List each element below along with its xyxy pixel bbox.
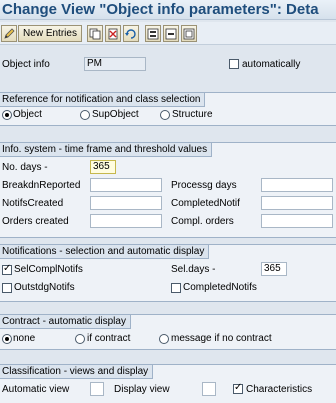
deselect-all-icon[interactable] xyxy=(181,25,197,42)
automatic-view-label: Automatic view xyxy=(2,384,70,395)
select-all-icon[interactable] xyxy=(145,25,161,42)
selcomplnotifs-checkbox[interactable] xyxy=(2,263,12,275)
object-info-label: Object info xyxy=(2,59,50,70)
contract-panel: Contract - automatic display none if con… xyxy=(0,314,336,350)
orders-created-field[interactable] xyxy=(90,214,162,228)
object-info-field[interactable]: PM xyxy=(84,57,146,71)
reference-panel: Reference for notification and class sel… xyxy=(0,92,336,126)
supobject-radio[interactable] xyxy=(80,110,90,120)
object-radio[interactable] xyxy=(2,110,12,120)
none-radio-label: none xyxy=(13,333,36,344)
classification-panel: Classification - views and display Autom… xyxy=(0,364,336,403)
reference-panel-title: Reference for notification and class sel… xyxy=(0,93,206,107)
delete-icon[interactable] xyxy=(105,25,121,42)
completednotifs-label: CompletedNotifs xyxy=(183,282,257,293)
message-if-no-contract-radio[interactable] xyxy=(159,334,169,344)
no-days-label: No. days - xyxy=(2,162,48,173)
selcomplnotifs-label: SelComplNotifs xyxy=(14,264,83,275)
completednotifs-checkbox[interactable] xyxy=(171,283,181,293)
no-days-field[interactable]: 365 xyxy=(90,160,116,174)
sel-days-field[interactable]: 365 xyxy=(261,262,287,276)
edit-icon[interactable] xyxy=(1,25,17,42)
characteristics-checkbox[interactable] xyxy=(233,382,243,394)
undo-icon[interactable] xyxy=(123,25,139,42)
outstdgnotifs-label: OutstdgNotifs xyxy=(14,282,75,293)
notifs-created-label: NotifsCreated xyxy=(2,198,64,209)
compl-orders-label: Compl. orders xyxy=(171,216,234,227)
application-toolbar: New Entries xyxy=(0,22,336,45)
contract-panel-title: Contract - automatic display xyxy=(0,315,131,329)
window-title: Change View "Object info parameters": De… xyxy=(2,1,319,18)
none-radio[interactable] xyxy=(2,334,12,344)
processg-days-field[interactable] xyxy=(261,178,333,192)
new-entries-label: New Entries xyxy=(23,28,77,39)
object-radio-label: Object xyxy=(13,109,42,120)
processg-days-label: Processg days xyxy=(171,180,237,191)
breakdn-reported-field[interactable] xyxy=(90,178,162,192)
orders-created-label: Orders created xyxy=(2,216,69,227)
classification-panel-title: Classification - views and display xyxy=(0,365,154,379)
notifications-panel-title: Notifications - selection and automatic … xyxy=(0,245,210,259)
automatically-label: automatically xyxy=(242,59,301,70)
if-contract-radio[interactable] xyxy=(75,334,85,344)
sel-days-label: Sel.days - xyxy=(171,264,216,275)
automatically-checkbox[interactable] xyxy=(229,59,239,69)
breakdn-reported-label: BreakdnReported xyxy=(2,180,81,191)
notifications-panel: Notifications - selection and automatic … xyxy=(0,244,336,302)
characteristics-label: Characteristics xyxy=(246,384,313,395)
message-if-no-contract-label: message if no contract xyxy=(171,333,272,344)
completed-notif-label: CompletedNotif xyxy=(171,198,240,209)
select-block-icon[interactable] xyxy=(163,25,179,42)
display-view-label: Display view xyxy=(114,384,170,395)
copy-icon[interactable] xyxy=(87,25,103,42)
compl-orders-field[interactable] xyxy=(261,214,333,228)
if-contract-radio-label: if contract xyxy=(87,333,131,344)
structure-radio[interactable] xyxy=(160,110,170,120)
outstdgnotifs-checkbox[interactable] xyxy=(2,283,12,293)
supobject-radio-label: SupObject xyxy=(92,109,139,120)
structure-radio-label: Structure xyxy=(172,109,213,120)
automatic-view-field[interactable] xyxy=(90,382,104,396)
new-entries-button[interactable]: New Entries xyxy=(18,25,82,42)
display-view-field[interactable] xyxy=(202,382,216,396)
notifs-created-field[interactable] xyxy=(90,196,162,210)
completed-notif-field[interactable] xyxy=(261,196,333,210)
title-bar: Change View "Object info parameters": De… xyxy=(0,0,336,20)
info-system-panel: Info. system - time frame and threshold … xyxy=(0,142,336,238)
info-system-panel-title: Info. system - time frame and threshold … xyxy=(0,143,213,157)
